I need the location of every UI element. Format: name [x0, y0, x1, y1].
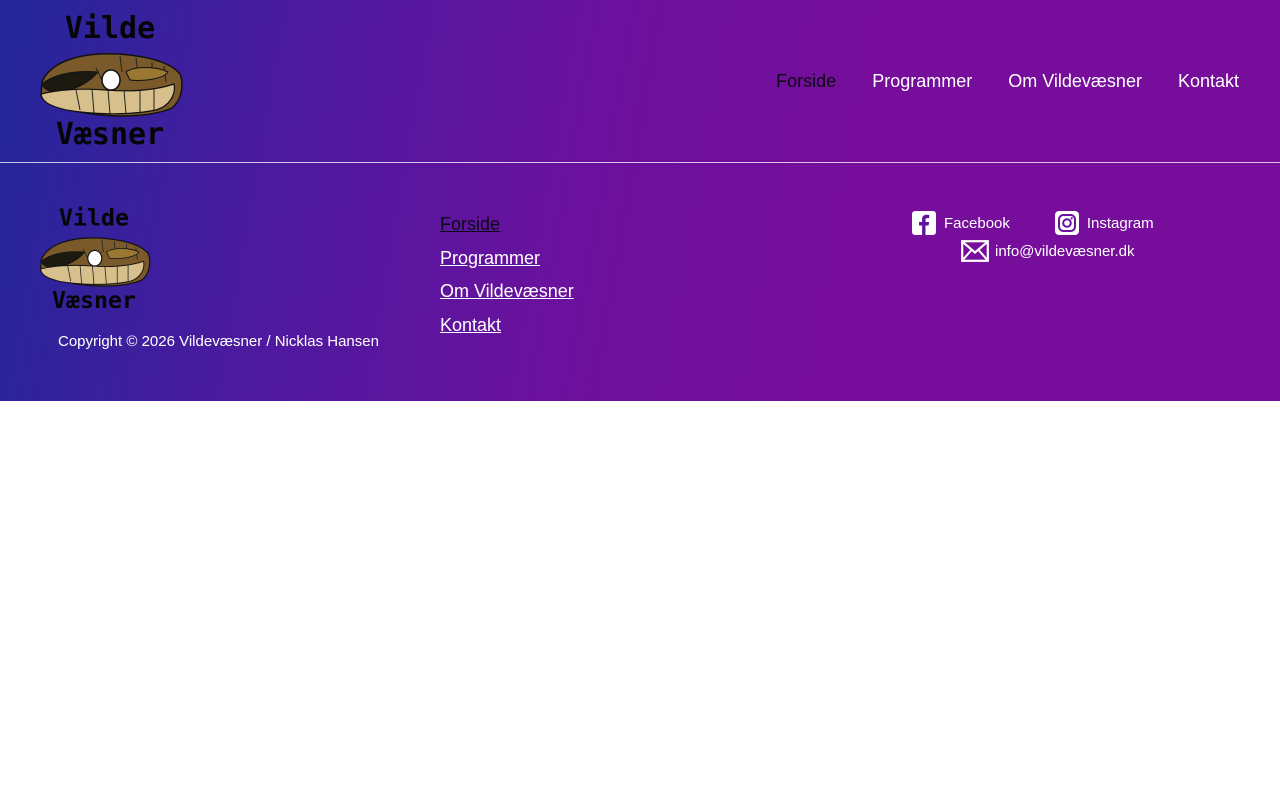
footer-link-forside[interactable]: Forside [440, 213, 574, 235]
nav-item-programmer[interactable]: Programmer [872, 70, 972, 92]
instagram-label: Instagram [1086, 214, 1154, 232]
site-logo[interactable]: Vilde Væsner [36, 10, 184, 152]
facebook-label: Facebook [944, 214, 1010, 232]
footer-nav: Forside Programmer Om Vildevæsner Kontak… [440, 213, 574, 347]
nav-item-kontakt[interactable]: Kontakt [1178, 70, 1239, 92]
logo-text-bottom: Væsner [56, 117, 164, 152]
logo-text-bottom: Væsner [52, 287, 136, 314]
snake-logo-icon: Vilde Væsner [39, 205, 151, 314]
site-header: Vilde Væsner Forside Programmer Om Vilde… [0, 0, 1280, 163]
social-links: Facebook Instagram info@vildevæsner.dk [911, 210, 1171, 263]
main-nav: Forside Programmer Om Vildevæsner Kontak… [740, 70, 1239, 92]
instagram-icon [1054, 211, 1079, 235]
email-label: info@vildevæsner.dk [995, 242, 1135, 260]
nav-item-forside[interactable]: Forside [776, 70, 836, 92]
instagram-link[interactable]: Instagram [1054, 210, 1154, 236]
footer-link-programmer[interactable]: Programmer [440, 247, 574, 269]
footer-logo[interactable]: Vilde Væsner [36, 204, 152, 314]
snake-logo-icon: Vilde Væsner [40, 11, 183, 152]
copyright-text: Copyright © 2026 Vildevæsner / Nicklas H… [58, 333, 379, 350]
logo-text-top: Vilde [65, 11, 155, 46]
page-banner: Vilde Væsner Forside Programmer Om Vilde… [0, 0, 1280, 401]
facebook-link[interactable]: Facebook [911, 210, 1010, 236]
facebook-icon [912, 211, 936, 235]
footer-link-om-vildevaesner[interactable]: Om Vildevæsner [440, 280, 574, 302]
footer-link-kontakt[interactable]: Kontakt [440, 314, 574, 336]
logo-text-top: Vilde [59, 205, 129, 232]
mail-icon [961, 240, 989, 262]
email-link[interactable]: info@vildevæsner.dk [961, 239, 1171, 263]
nav-item-om-vildevaesner[interactable]: Om Vildevæsner [1008, 70, 1142, 92]
